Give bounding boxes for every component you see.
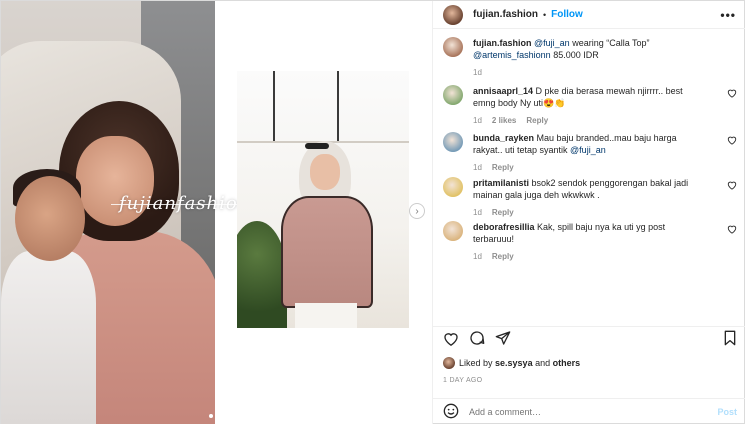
comment-age[interactable]: 1d <box>473 252 482 261</box>
header-separator: • <box>543 9 547 20</box>
reply-button[interactable]: Reply <box>492 252 514 261</box>
avatar[interactable] <box>443 132 463 152</box>
likes-summary: Liked by se.sysya and others <box>443 357 580 369</box>
avatar[interactable] <box>443 4 463 25</box>
carousel-dot <box>209 414 213 418</box>
comment-likes-count[interactable]: 2 likes <box>492 116 516 125</box>
author-username[interactable]: fujian.fashion <box>473 9 538 20</box>
share-icon[interactable] <box>495 330 511 349</box>
like-comment-heart-icon[interactable] <box>727 135 737 145</box>
photo-kid-face <box>15 176 85 261</box>
comment-age[interactable]: 1d <box>473 116 482 125</box>
comment-input[interactable] <box>469 407 718 417</box>
likes-others-link[interactable]: others <box>553 358 581 368</box>
photo-white-sleeve <box>1 251 96 424</box>
mention-link[interactable]: @fuji_an <box>534 38 570 48</box>
comments-list[interactable]: fujian.fashion @fuji_an wearing “Calla T… <box>433 37 745 324</box>
comment-username[interactable]: deborafresillia <box>473 222 535 232</box>
post-timestamp[interactable]: 1 DAY AGO <box>443 377 482 384</box>
reply-button[interactable]: Reply <box>492 208 514 217</box>
photo-face <box>310 154 340 190</box>
comment-meta: 1d Reply <box>473 208 707 217</box>
comment-username[interactable]: pritamilanisti <box>473 178 529 188</box>
post-side-panel: fujian.fashion • Follow ••• fujian.fashi… <box>432 1 745 424</box>
comment-item: deborafresillia Kak, spill baju nya ka u… <box>433 221 745 261</box>
comment-meta: 1d 2 likes Reply <box>473 116 707 125</box>
action-bar <box>433 326 745 352</box>
comment-body: annisaaprl_14 D pke dia berasa mewah nji… <box>473 85 737 125</box>
carousel-photo-next <box>237 71 409 328</box>
photo-pink-top <box>281 196 373 308</box>
avatar[interactable] <box>443 37 463 57</box>
comment-age[interactable]: 1d <box>473 208 482 217</box>
post-comment-button[interactable]: Post <box>717 407 737 417</box>
more-options-icon[interactable]: ••• <box>720 8 736 22</box>
comment-body: bunda_rayken Mau baju branded..mau baju … <box>473 132 737 172</box>
comment-username[interactable]: fujian.fashion <box>473 38 532 48</box>
bookmark-icon[interactable] <box>723 330 737 349</box>
follow-button[interactable]: Follow <box>551 9 583 20</box>
comment-item: annisaaprl_14 D pke dia berasa mewah nji… <box>433 85 745 125</box>
reply-button[interactable]: Reply <box>526 116 548 125</box>
mention-link[interactable]: @artemis_fashionn <box>473 50 551 60</box>
chevron-right-icon[interactable]: › <box>409 203 425 219</box>
photo-lamp-cord <box>337 71 339 141</box>
comment-meta: 1d Reply <box>473 252 707 261</box>
comment-age[interactable]: 1d <box>473 68 482 77</box>
mention-link[interactable]: @fuji_an <box>570 145 606 155</box>
liker-username[interactable]: se.sysya <box>495 358 533 368</box>
likes-prefix: Liked by <box>459 358 496 368</box>
comment-text: deborafresillia Kak, spill baju nya ka u… <box>473 221 707 245</box>
comment-item: fujian.fashion @fuji_an wearing “Calla T… <box>433 37 745 77</box>
like-comment-heart-icon[interactable] <box>727 180 737 190</box>
comment-text: fujian.fashion @fuji_an wearing “Calla T… <box>473 37 707 61</box>
avatar[interactable] <box>443 221 463 241</box>
photo-sunglasses <box>305 143 329 149</box>
comment-meta: 1d <box>473 68 707 77</box>
like-comment-heart-icon[interactable] <box>727 224 737 234</box>
likes-middle: and <box>532 358 553 368</box>
avatar[interactable] <box>443 85 463 105</box>
comment-age[interactable]: 1d <box>473 163 482 172</box>
comment-body: pritamilanisti bsok2 sendok penggorengan… <box>473 177 737 217</box>
comment-meta: 1d Reply <box>473 163 707 172</box>
comment-body: fujian.fashion @fuji_an wearing “Calla T… <box>473 37 737 77</box>
comment-username[interactable]: annisaaprl_14 <box>473 86 533 96</box>
comment-item: bunda_rayken Mau baju branded..mau baju … <box>433 132 745 172</box>
instagram-post: fujianfashion › fujian.fashion • Follow … <box>0 0 745 424</box>
comment-text: bunda_rayken Mau baju branded..mau baju … <box>473 132 707 156</box>
like-comment-heart-icon[interactable] <box>727 88 737 98</box>
comment-text-segment: 85.000 IDR <box>550 50 599 60</box>
photo-white-pants <box>295 303 357 328</box>
reply-button[interactable]: Reply <box>492 163 514 172</box>
comment-body: deborafresillia Kak, spill baju nya ka u… <box>473 221 737 261</box>
comment-item: pritamilanisti bsok2 sendok penggorengan… <box>433 177 745 217</box>
comment-text-segment: wearing “Calla Top” <box>569 38 650 48</box>
comment-icon[interactable] <box>469 330 485 349</box>
post-header: fujian.fashion • Follow ••• <box>433 1 745 29</box>
photo-lamp-cord <box>273 71 275 141</box>
comment-text: pritamilanisti bsok2 sendok penggorengan… <box>473 177 707 201</box>
photo-plant <box>237 221 287 328</box>
avatar[interactable] <box>443 177 463 197</box>
post-media[interactable]: fujianfashion › <box>1 1 432 424</box>
watermark-logo: fujianfashion <box>110 193 271 214</box>
add-comment-bar: Post <box>433 398 745 424</box>
avatar[interactable] <box>443 357 455 369</box>
heart-icon[interactable] <box>443 331 459 349</box>
emoji-icon[interactable] <box>443 403 459 422</box>
comment-text: annisaaprl_14 D pke dia berasa mewah nji… <box>473 85 707 109</box>
comment-username[interactable]: bunda_rayken <box>473 133 534 143</box>
